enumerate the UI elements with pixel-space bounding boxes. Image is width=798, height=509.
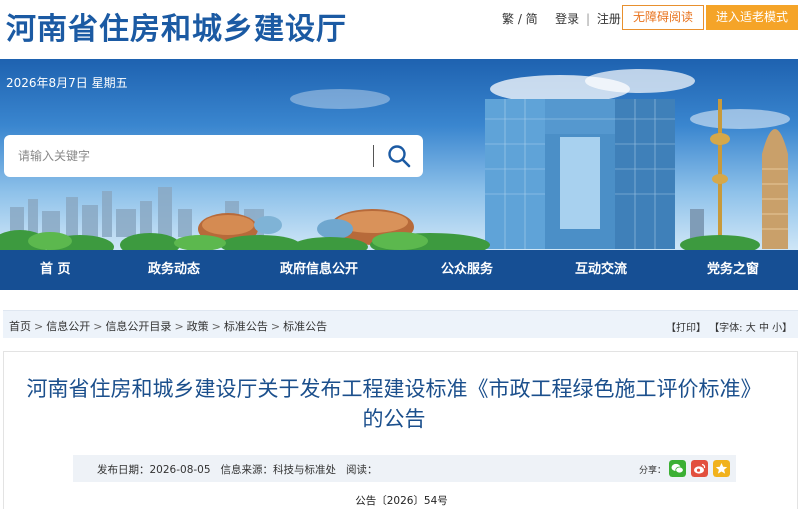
nav-public-service[interactable]: 公众服务 <box>441 250 493 290</box>
favorite-icon[interactable] <box>713 460 730 477</box>
article: 河南省住房和城乡建设厅关于发布工程建设标准《市政工程绿色施工评价标准》的公告 发… <box>3 351 798 509</box>
breadcrumb: 首页 > 信息公开 > 信息公开目录 > 政策 > 标准公告 > 标准公告 <box>9 318 327 334</box>
main-nav: 首 页 政务动态 政府信息公开 公众服务 互动交流 党务之窗 <box>0 250 798 290</box>
divider: | <box>586 12 591 26</box>
article-meta-bar: 发布日期：2026-08-05 信息来源：科技与标准处 阅读： 分享： <box>73 455 736 482</box>
publish-date-label: 发布日期： <box>97 464 150 476</box>
notice-number: 公告〔2026〕54号 <box>355 495 448 507</box>
breadcrumb-bar: 首页 > 信息公开 > 信息公开目录 > 政策 > 标准公告 > 标准公告 【打印】 【字体: 大 … <box>3 310 798 338</box>
source: 科技与标准处 <box>273 464 337 476</box>
weibo-icon[interactable] <box>691 460 708 477</box>
page-tools: 【打印】 【字体: 大 中 小】 <box>666 319 792 334</box>
search-box <box>4 135 423 177</box>
divider <box>545 12 549 26</box>
nav-interaction[interactable]: 互动交流 <box>575 250 627 290</box>
breadcrumb-item[interactable]: 标准公告 <box>283 320 327 333</box>
current-date: 2026年8月7日 星期五 <box>6 76 128 90</box>
accessibility-button[interactable]: 无障碍阅读 <box>622 5 704 30</box>
breadcrumb-item[interactable]: 政策 <box>187 320 209 333</box>
breadcrumb-separator: > <box>270 320 281 333</box>
print-button[interactable]: 【打印】 <box>666 323 706 334</box>
font-small-button[interactable]: 小 <box>772 323 782 334</box>
banner: 2026年8月7日 星期五 <box>0 59 798 250</box>
breadcrumb-item[interactable]: 标准公告 <box>224 320 268 333</box>
font-size-label: 【字体: <box>709 323 743 334</box>
reads-label: 阅读： <box>346 464 378 476</box>
article-meta: 发布日期：2026-08-05 信息来源：科技与标准处 阅读： <box>97 462 378 477</box>
nav-government-news[interactable]: 政务动态 <box>148 250 200 290</box>
breadcrumb-separator: > <box>34 320 44 333</box>
breadcrumb-item[interactable]: 首页 <box>9 320 31 333</box>
font-large-button[interactable]: 大 <box>746 323 756 334</box>
breadcrumb-item[interactable]: 信息公开 <box>46 320 90 333</box>
register-link[interactable]: 注册 <box>597 12 621 26</box>
nav-party-affairs[interactable]: 党务之窗 <box>707 250 759 290</box>
elderly-mode-button[interactable]: 进入适老模式 <box>706 5 798 30</box>
search-input[interactable] <box>18 146 358 166</box>
top-links: 繁 / 简 登录 | 注册 <box>502 10 621 27</box>
breadcrumb-separator: > <box>211 320 221 333</box>
wechat-icon[interactable] <box>669 460 686 477</box>
publish-date: 2026-08-05 <box>149 464 211 476</box>
nav-home[interactable]: 首 页 <box>40 250 71 290</box>
site-header: 河南省住房和城乡建设厅 繁 / 简 登录 | 注册 无障碍阅读 进入适老模式 <box>0 0 798 56</box>
language-toggle[interactable]: 繁 / 简 <box>502 12 538 26</box>
article-title: 河南省住房和城乡建设厅关于发布工程建设标准《市政工程绿色施工评价标准》的公告 <box>26 377 762 431</box>
breadcrumb-item[interactable]: 信息公开目录 <box>105 320 171 333</box>
nav-info-disclosure[interactable]: 政府信息公开 <box>280 250 358 290</box>
site-title[interactable]: 河南省住房和城乡建设厅 <box>6 4 347 48</box>
search-icon[interactable] <box>384 143 414 169</box>
share-label: 分享： <box>639 466 667 476</box>
font-size-close: 】 <box>782 323 793 334</box>
breadcrumb-separator: > <box>93 320 103 333</box>
search-divider <box>373 145 374 167</box>
font-medium-button[interactable]: 中 <box>759 323 769 334</box>
breadcrumb-separator: > <box>174 320 184 333</box>
source-label: 信息来源： <box>220 464 274 476</box>
login-link[interactable]: 登录 <box>555 12 579 26</box>
page: 河南省住房和城乡建设厅 繁 / 简 登录 | 注册 无障碍阅读 进入适老模式 2… <box>0 0 798 509</box>
